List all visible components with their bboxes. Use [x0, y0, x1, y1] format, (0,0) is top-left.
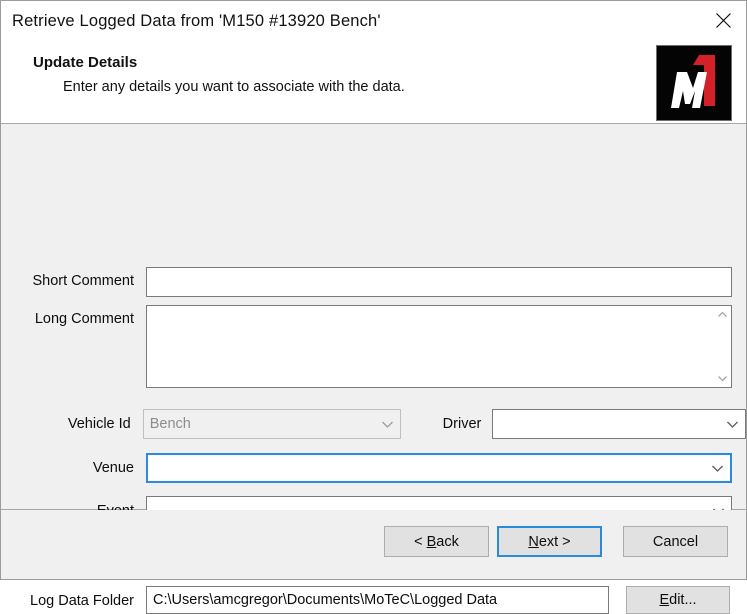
row-vehicle-driver: Vehicle Id Bench Driver: [1, 409, 746, 439]
chevron-down-icon[interactable]: [719, 420, 745, 429]
row-log-data-folder: Log Data Folder Edit...: [1, 586, 746, 614]
scroll-down-button[interactable]: [714, 370, 731, 387]
cancel-button[interactable]: Cancel: [623, 526, 728, 557]
scroll-up-button[interactable]: [714, 306, 731, 323]
back-button[interactable]: < Back: [384, 526, 489, 557]
chevron-up-icon: [717, 310, 728, 319]
vehicle-id-label: Vehicle Id: [67, 416, 131, 432]
next-button[interactable]: Next >: [497, 526, 602, 557]
close-button[interactable]: [700, 1, 746, 40]
long-comment-label: Long Comment: [34, 311, 134, 327]
vehicle-id-value: Bench: [149, 416, 191, 432]
dialog-footer: < Back Next > Cancel: [1, 510, 746, 579]
long-comment-input[interactable]: [147, 306, 714, 387]
cancel-button-label: Cancel: [652, 533, 699, 550]
m1-logo: [656, 45, 732, 121]
log-data-folder-label: Log Data Folder: [30, 593, 134, 609]
back-button-label: < Back: [414, 533, 459, 550]
chevron-down-icon[interactable]: [704, 464, 730, 473]
row-short-comment: Short Comment: [1, 267, 746, 297]
next-button-label: Next >: [528, 533, 571, 550]
edit-folder-button-label: Edit...: [659, 592, 697, 608]
edit-folder-button[interactable]: Edit...: [626, 586, 730, 614]
long-comment-scrollbar[interactable]: [714, 306, 731, 387]
venue-label: Venue: [92, 460, 134, 476]
short-comment-label: Short Comment: [32, 273, 134, 289]
page-title: Update Details: [33, 54, 138, 71]
title-bar: Retrieve Logged Data from 'M150 #13920 B…: [1, 1, 746, 41]
log-data-folder-input[interactable]: [146, 586, 609, 614]
driver-dropdown[interactable]: [492, 409, 746, 439]
row-venue: Venue: [1, 453, 746, 483]
short-comment-input[interactable]: [146, 267, 732, 297]
driver-label: Driver: [442, 416, 482, 432]
window-title: Retrieve Logged Data from 'M150 #13920 B…: [12, 11, 381, 30]
vehicle-id-dropdown[interactable]: Bench: [142, 409, 402, 439]
long-comment-box[interactable]: [146, 305, 732, 388]
form-body: Short Comment Long Comment Vehicle Id Be…: [1, 124, 746, 614]
row-long-comment: Long Comment: [1, 305, 746, 388]
wizard-header: Update Details Enter any details you wan…: [1, 41, 746, 124]
chevron-down-icon[interactable]: [374, 420, 400, 429]
close-icon: [715, 12, 732, 29]
venue-dropdown[interactable]: [146, 453, 732, 483]
retrieve-logged-data-dialog: Retrieve Logged Data from 'M150 #13920 B…: [0, 0, 747, 614]
chevron-down-icon: [717, 374, 728, 383]
page-subtitle: Enter any details you want to associate …: [63, 79, 405, 95]
